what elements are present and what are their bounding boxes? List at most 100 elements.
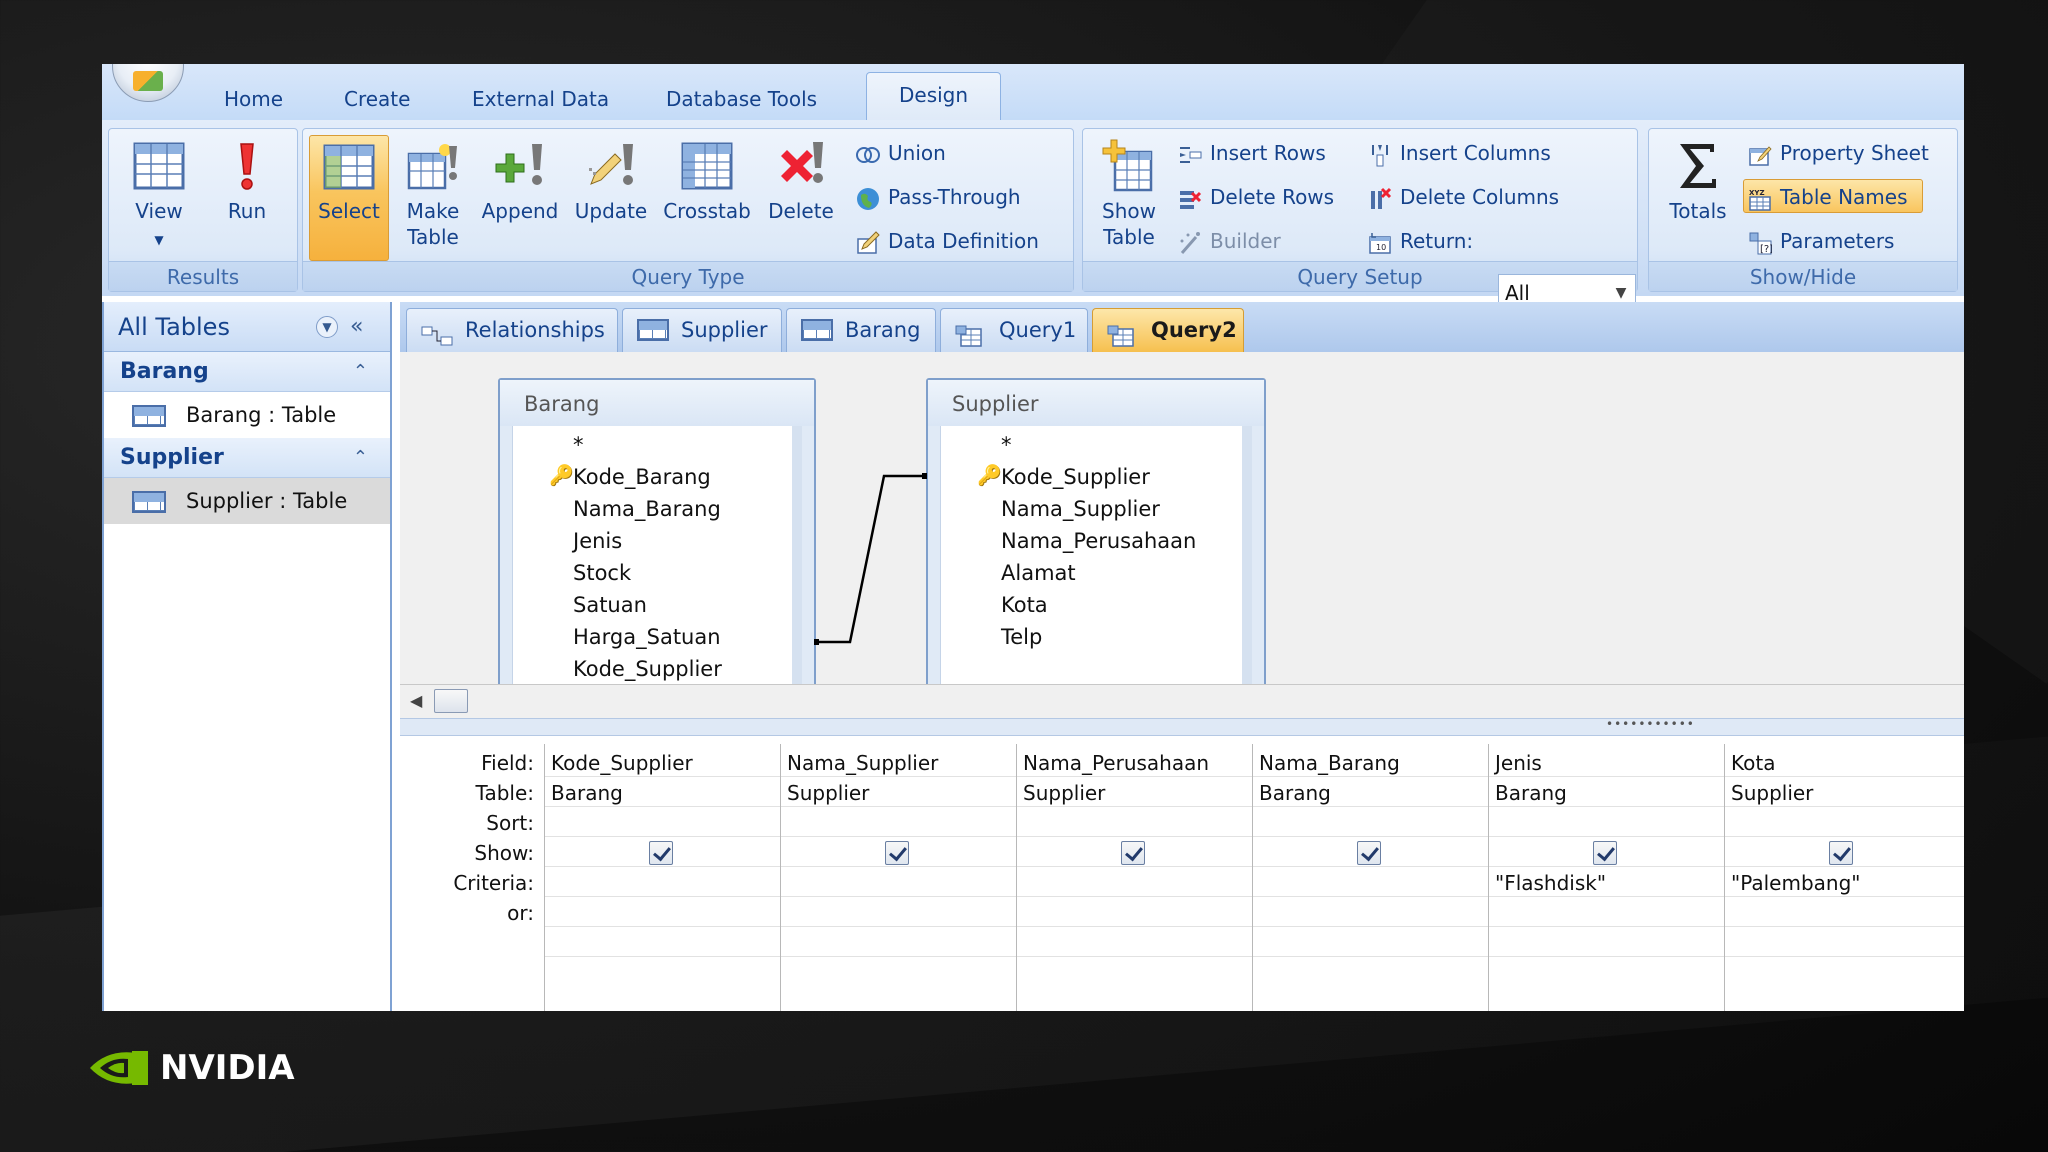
nav-item-supplier-table[interactable]: Supplier : Table <box>104 478 390 524</box>
query-icon <box>1107 319 1139 347</box>
view-button[interactable]: View ▼ <box>117 135 201 254</box>
builder-label: Builder <box>1210 229 1281 253</box>
return-label-group: 10 Return: <box>1363 223 1478 257</box>
grid-field-cell[interactable]: Kode_Supplier <box>551 748 693 778</box>
append-label: Append <box>481 199 559 223</box>
delete-query-button[interactable]: Delete <box>761 135 841 225</box>
insert-columns-button[interactable]: Insert Columns <box>1363 135 1556 169</box>
doc-tab-query2[interactable]: Query2 <box>1092 308 1244 352</box>
tab-database-tools[interactable]: Database Tools <box>652 78 831 120</box>
show-checkbox[interactable] <box>649 841 673 865</box>
pane-splitter[interactable]: ••••••••••• <box>400 717 1964 736</box>
table-names-icon: XYZ <box>1748 187 1772 211</box>
nav-group-barang[interactable]: Barang ⌃ <box>104 352 390 392</box>
data-definition-button[interactable]: Data Definition <box>851 223 1044 257</box>
tab-home[interactable]: Home <box>210 78 297 120</box>
grid-table-cell[interactable]: Supplier <box>1023 778 1105 808</box>
office-logo-icon <box>133 71 163 91</box>
group-results: View ▼ Run Results <box>108 128 298 292</box>
union-rings-icon <box>856 143 880 167</box>
horizontal-scrollbar[interactable]: ◀ <box>400 684 1964 718</box>
run-exclamation-icon <box>219 138 275 194</box>
grid-criteria-cell[interactable]: "Palembang" <box>1731 868 1860 898</box>
tab-create[interactable]: Create <box>330 78 424 120</box>
document-area: Relationships Supplier Barang Query1 Que… <box>400 302 1964 1011</box>
nav-item-label: Barang : Table <box>186 403 337 427</box>
grid-table-cell[interactable]: Supplier <box>787 778 869 808</box>
nav-item-label: Supplier : Table <box>186 489 348 513</box>
union-button[interactable]: Union <box>851 135 951 169</box>
doc-tab-relationships[interactable]: Relationships <box>406 308 618 352</box>
grid-table-cell[interactable]: Barang <box>1495 778 1567 808</box>
doc-tab-label: Relationships <box>465 318 605 342</box>
doc-tab-supplier[interactable]: Supplier <box>622 308 782 352</box>
row-label-table: Table: <box>475 781 534 805</box>
grid-field-cell[interactable]: Kota <box>1731 748 1775 778</box>
query-icon <box>955 319 987 347</box>
collapse-up-icon[interactable]: ⌃ <box>353 352 368 392</box>
crosstab-button[interactable]: Crosstab <box>659 135 755 225</box>
collapse-up-icon[interactable]: ⌃ <box>353 438 368 478</box>
doc-tab-label: Query2 <box>1151 318 1237 342</box>
make-table-button[interactable]: Make Table <box>397 135 469 251</box>
join-line[interactable] <box>400 352 1964 734</box>
show-table-icon <box>1101 138 1157 194</box>
grid-field-cell[interactable]: Nama_Supplier <box>787 748 938 778</box>
show-checkbox[interactable] <box>1357 841 1381 865</box>
nav-group-label: Supplier <box>120 445 224 470</box>
row-label-field: Field: <box>481 751 534 775</box>
table-names-button[interactable]: XYZ Table Names <box>1743 179 1923 213</box>
nav-header[interactable]: All Tables ▼ « <box>104 302 390 352</box>
office-button[interactable] <box>112 64 184 102</box>
collapse-pane-icon[interactable]: « <box>350 302 363 352</box>
doc-tab-barang[interactable]: Barang <box>786 308 936 352</box>
grid-table-cell[interactable]: Barang <box>551 778 623 808</box>
ribbon-tab-strip: Home Create External Data Database Tools… <box>102 64 1964 120</box>
insert-rows-button[interactable]: Insert Rows <box>1173 135 1331 169</box>
grid-table-cell[interactable]: Barang <box>1259 778 1331 808</box>
chevron-down-icon[interactable]: ▼ <box>316 316 338 338</box>
scroll-left-icon[interactable]: ◀ <box>410 691 422 710</box>
update-button[interactable]: Update <box>569 135 653 225</box>
builder-button[interactable]: Builder <box>1173 223 1286 257</box>
data-definition-label: Data Definition <box>888 229 1039 253</box>
nvidia-eye-icon <box>88 1047 150 1089</box>
show-checkbox[interactable] <box>1829 841 1853 865</box>
totals-button[interactable]: Totals <box>1655 135 1741 225</box>
svg-text:XYZ: XYZ <box>1749 189 1765 197</box>
grid-field-cell[interactable]: Jenis <box>1495 748 1542 778</box>
parameters-button[interactable]: [?] Parameters <box>1743 223 1899 257</box>
select-button[interactable]: Select <box>309 135 389 261</box>
pass-through-button[interactable]: Pass-Through <box>851 179 1026 213</box>
grid-criteria-cell[interactable]: "Flashdisk" <box>1495 868 1606 898</box>
doc-tab-label: Barang <box>845 318 921 342</box>
tab-external-data[interactable]: External Data <box>458 78 623 120</box>
delete-label: Delete <box>768 199 834 223</box>
tab-design[interactable]: Design <box>866 72 1002 120</box>
doc-tab-query1[interactable]: Query1 <box>940 308 1088 352</box>
update-pencil-icon <box>583 138 639 194</box>
run-button[interactable]: Run <box>209 135 285 225</box>
select-label: Select <box>318 199 380 223</box>
grid-field-cell[interactable]: Nama_Barang <box>1259 748 1400 778</box>
show-table-button[interactable]: Show Table <box>1089 135 1169 251</box>
delete-rows-button[interactable]: Delete Rows <box>1173 179 1339 213</box>
delete-columns-icon <box>1368 187 1392 211</box>
scroll-thumb[interactable] <box>434 689 468 713</box>
show-checkbox[interactable] <box>1121 841 1145 865</box>
update-label: Update <box>574 199 648 223</box>
row-label-show: Show: <box>474 841 534 865</box>
property-sheet-button[interactable]: Property Sheet <box>1743 135 1934 169</box>
nav-item-barang-table[interactable]: Barang : Table <box>104 392 390 438</box>
row-label-or: or: <box>507 901 534 925</box>
show-checkbox[interactable] <box>885 841 909 865</box>
delete-columns-button[interactable]: Delete Columns <box>1363 179 1564 213</box>
grid-field-cell[interactable]: Nama_Perusahaan <box>1023 748 1209 778</box>
show-hide-group-label: Show/Hide <box>1649 261 1957 291</box>
nav-title: All Tables <box>118 313 230 341</box>
nav-group-supplier[interactable]: Supplier ⌃ <box>104 438 390 478</box>
grid-table-cell[interactable]: Supplier <box>1731 778 1813 808</box>
show-checkbox[interactable] <box>1593 841 1617 865</box>
property-sheet-icon <box>1748 143 1772 167</box>
append-button[interactable]: Append <box>475 135 565 225</box>
